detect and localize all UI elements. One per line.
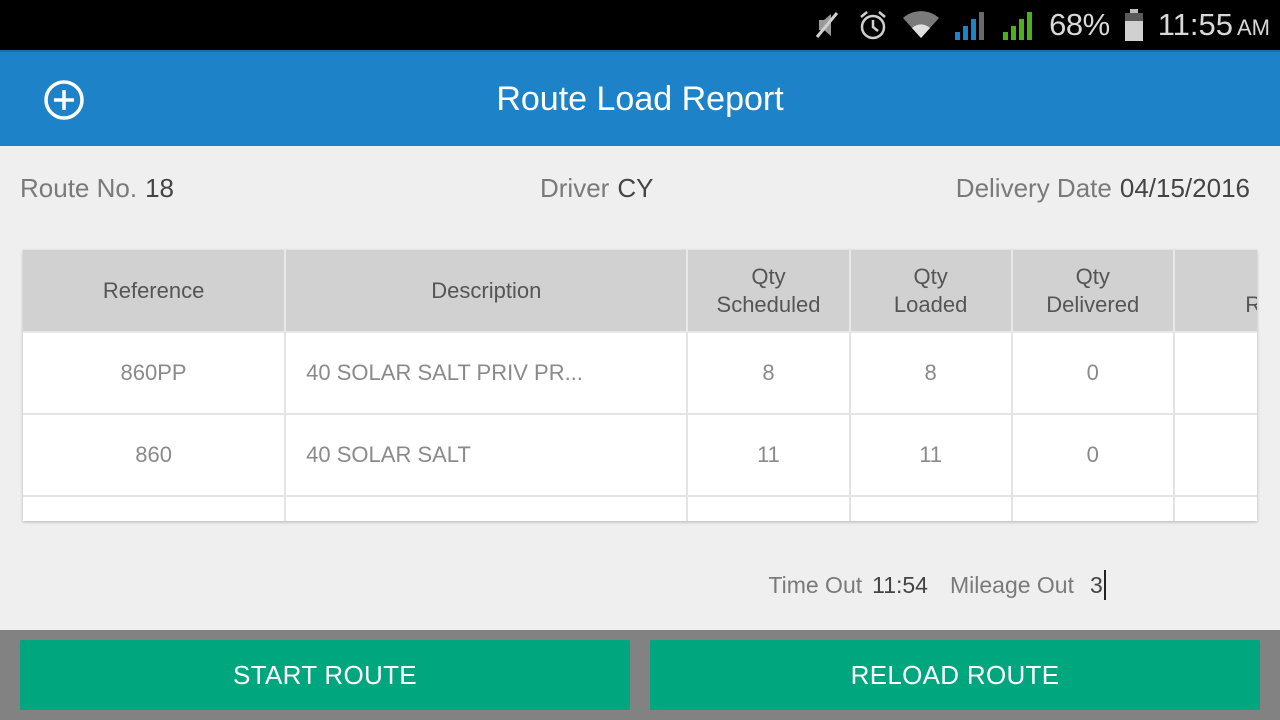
empty-cell [848, 495, 1013, 521]
alarm-icon [857, 9, 889, 41]
table-header-row: Reference Description Qty Scheduled Qty Lo… [23, 250, 1257, 333]
header-reference: Reference [23, 250, 287, 333]
status-bar: 68% 11:55 AM [0, 0, 1280, 50]
table-row[interactable]: 860 40 SOLAR SALT 11 11 0 11 [23, 413, 1257, 497]
cell-qty-scheduled: 11 [686, 413, 851, 497]
start-route-button[interactable]: START ROUTE [20, 640, 630, 710]
signal-icon-green [1001, 10, 1035, 40]
cell-qty-delivered: 0 [1010, 331, 1175, 415]
table-row-empty [23, 495, 1257, 521]
clock-time: 11:55 [1157, 7, 1233, 42]
time-out-value: 11:54 [872, 572, 928, 598]
delivery-date: Delivery Date 04/15/2016 [956, 168, 1250, 208]
app-bar: Route Load Report [0, 50, 1280, 146]
signal-icon-blue [953, 10, 987, 40]
battery-icon [1124, 8, 1144, 42]
time-mileage-row: Time Out 11:54 Mileage Out 3 [768, 566, 1130, 604]
header-qty-delivered: Qty Delivered [1010, 250, 1175, 333]
cell-qty-loaded: 11 [848, 413, 1013, 497]
time-out-label: Time Out [768, 572, 863, 598]
load-table[interactable]: Reference Description Qty Scheduled Qty Lo… [23, 250, 1257, 521]
table-row[interactable]: 860PP 40 SOLAR SALT PRIV PR... 8 8 0 8 [23, 331, 1257, 415]
header-description: Description [284, 250, 689, 333]
cell-description: 40 SOLAR SALT [284, 413, 689, 497]
text-caret [1103, 570, 1106, 600]
delivery-date-label: Delivery Date [955, 173, 1112, 203]
cell-qty-delivered: 0 [1010, 413, 1175, 497]
driver: Driver CY [540, 168, 653, 208]
driver-label: Driver [540, 173, 610, 203]
mileage-out-value: 3 [1090, 572, 1103, 598]
cell-reference: 860 [23, 413, 287, 497]
header-qty-loaded: Qty Loaded [848, 250, 1013, 333]
header-qty-scheduled: Qty Scheduled [686, 250, 851, 333]
cell-qty-remaining: 11 [1172, 413, 1257, 497]
reload-route-button[interactable]: RELOAD ROUTE [650, 640, 1260, 710]
mileage-out-label: Mileage Out [949, 572, 1074, 598]
clock: 11:55 AM [1158, 7, 1270, 43]
route-number-label: Route No. [20, 173, 138, 203]
mileage-out-input[interactable]: 3 [1090, 568, 1130, 602]
empty-cell [686, 495, 851, 521]
cell-reference: 860PP [23, 331, 287, 415]
page-title: Route Load Report [496, 80, 784, 118]
driver-value: CY [617, 173, 654, 203]
empty-cell [284, 495, 689, 521]
header-qty-remaining: QtyRemaining [1172, 250, 1257, 333]
empty-cell [1010, 495, 1175, 521]
route-number-value: 18 [145, 173, 174, 203]
empty-cell [23, 495, 287, 521]
battery-percent: 68% [1049, 7, 1110, 42]
clock-ampm: AM [1237, 15, 1270, 40]
cell-qty-scheduled: 8 [686, 331, 851, 415]
wifi-icon [903, 10, 940, 40]
cell-description: 40 SOLAR SALT PRIV PR... [284, 331, 689, 415]
cell-qty-loaded: 8 [848, 331, 1013, 415]
empty-cell [1172, 495, 1257, 521]
cell-qty-remaining: 8 [1172, 331, 1257, 415]
route-number: Route No. 18 [20, 168, 174, 208]
mute-icon [813, 9, 843, 41]
bottom-action-bar: START ROUTE RELOAD ROUTE [0, 630, 1280, 720]
delivery-date-value: 04/15/2016 [1119, 173, 1250, 203]
